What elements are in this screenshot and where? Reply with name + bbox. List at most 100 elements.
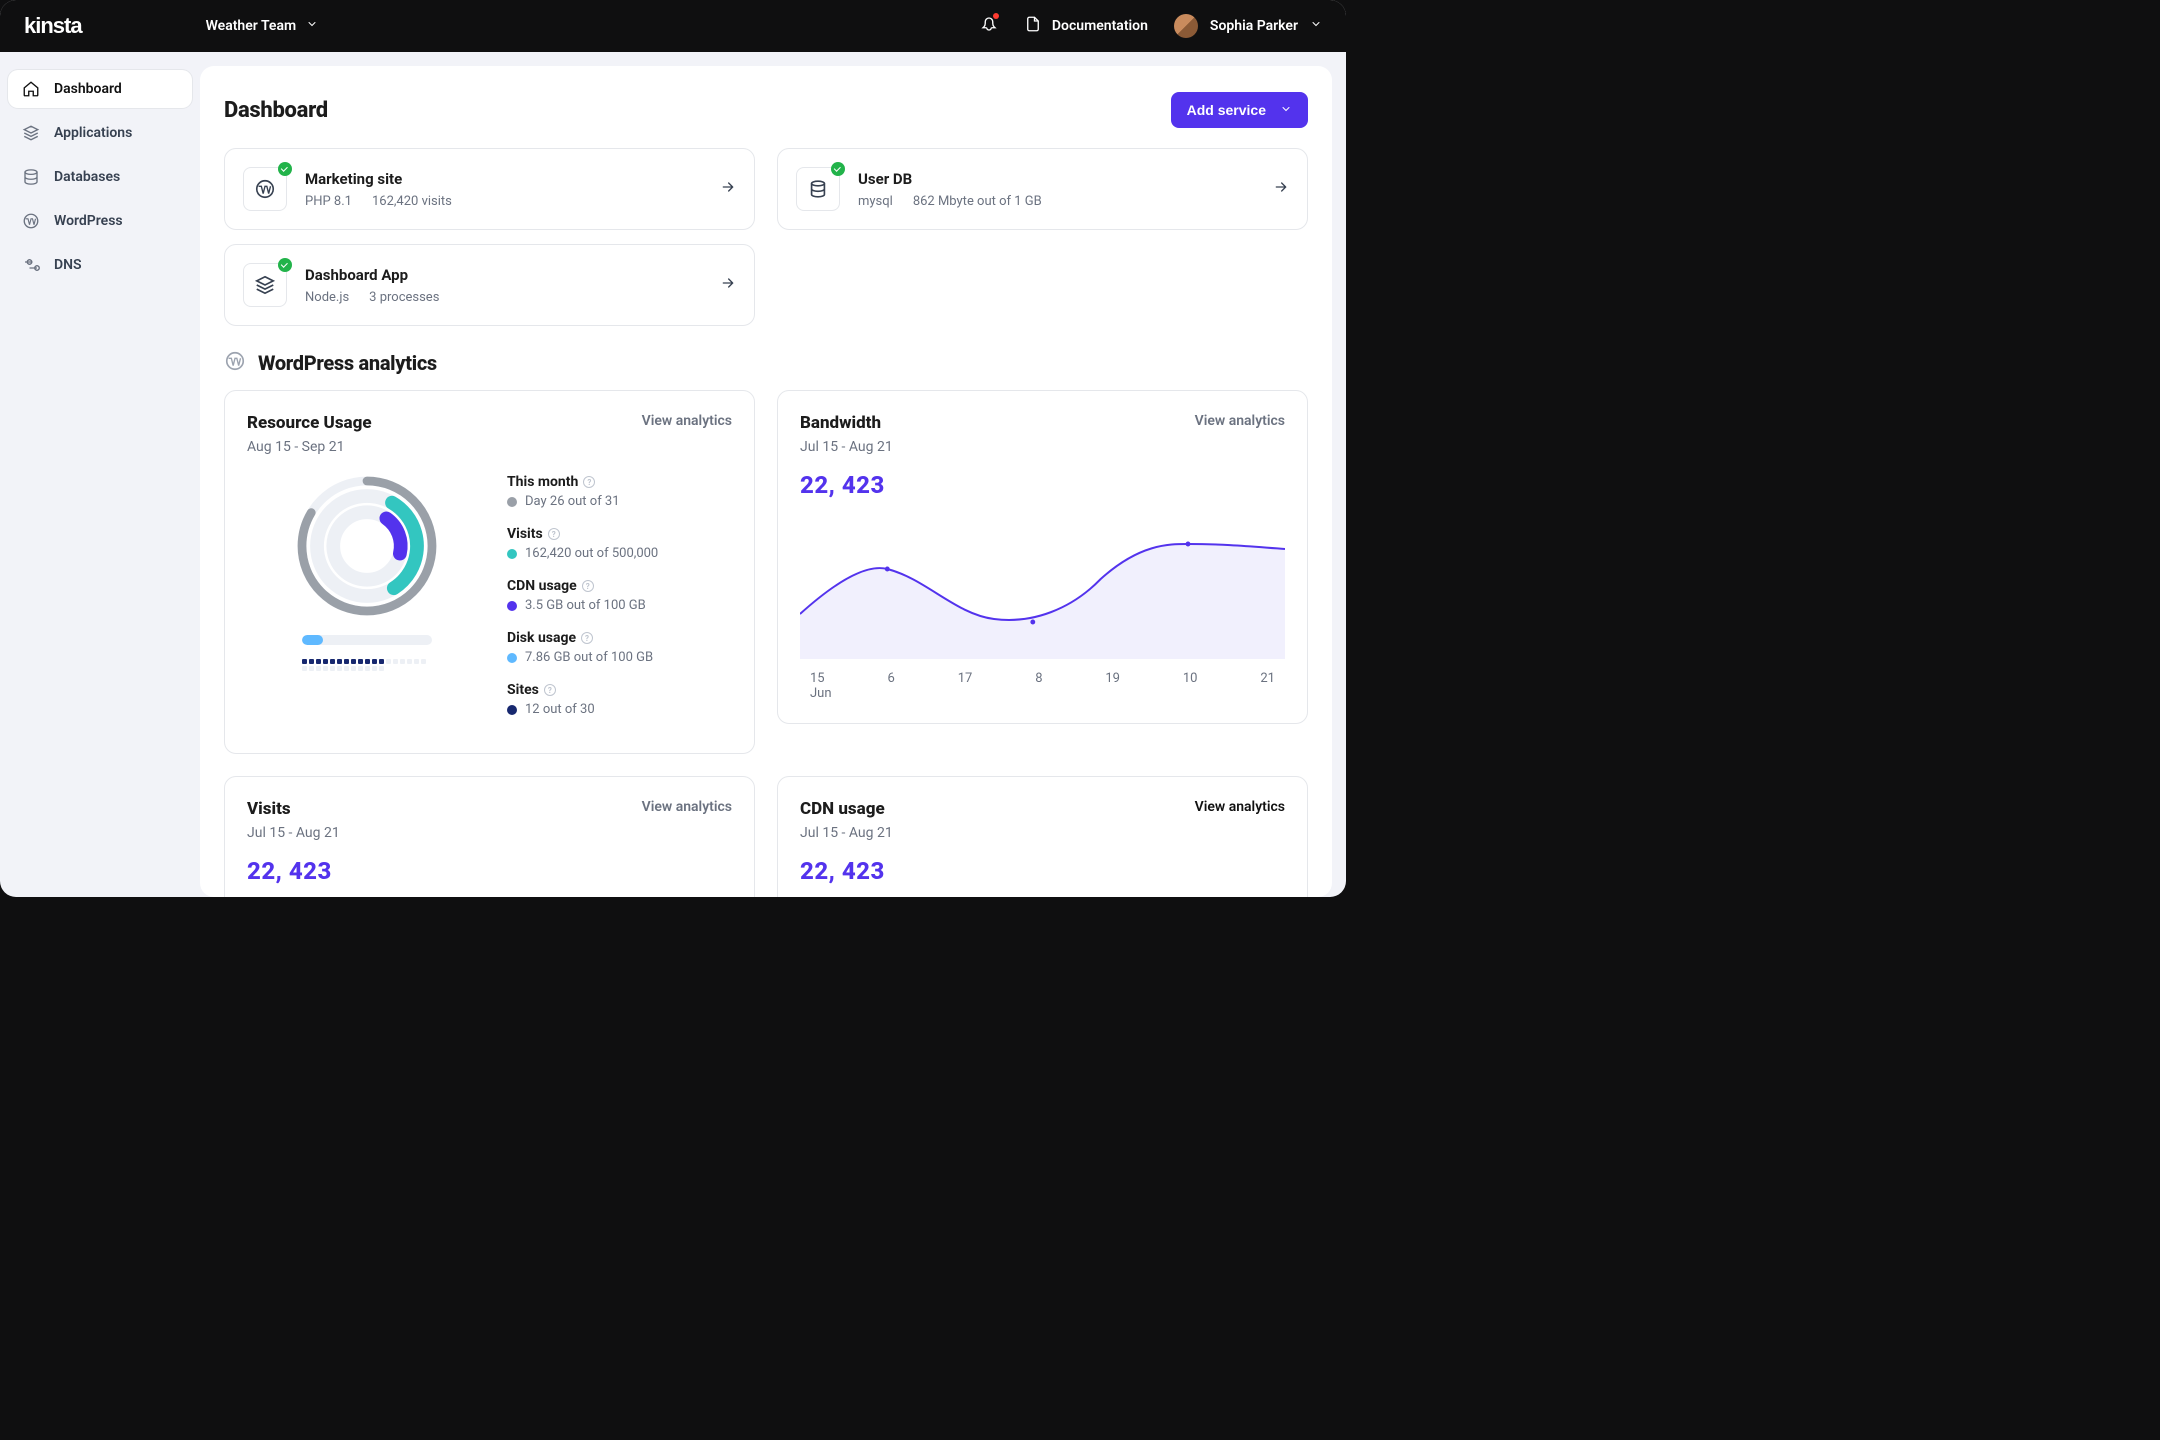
service-meta: Node.js xyxy=(305,290,349,305)
brand-logo: kinsta xyxy=(24,13,82,39)
bullet-icon xyxy=(507,497,517,507)
metric-value: 22, 423 xyxy=(800,471,1285,499)
service-card-marketing[interactable]: Marketing site PHP 8.1 162,420 visits xyxy=(224,148,755,230)
sidebar-item-label: WordPress xyxy=(54,213,123,229)
date-range: Aug 15 - Sep 21 xyxy=(247,439,732,455)
page-title: Dashboard xyxy=(224,98,328,123)
resource-usage-card: Resource Usage View analytics Aug 15 - S… xyxy=(224,390,755,754)
info-icon[interactable]: ? xyxy=(583,476,595,488)
bullet-icon xyxy=(507,705,517,715)
metric-value: 22, 423 xyxy=(800,857,1285,885)
sites-dots xyxy=(302,659,432,671)
home-icon xyxy=(22,80,40,98)
wordpress-icon xyxy=(224,350,246,376)
legend-label: Disk usage ? xyxy=(507,630,593,646)
service-name: Marketing site xyxy=(305,170,702,188)
sidebar-item-applications[interactable]: Applications xyxy=(8,114,192,152)
service-card-dashboard-app[interactable]: Dashboard App Node.js 3 processes xyxy=(224,244,755,326)
view-analytics-link[interactable]: View analytics xyxy=(1195,413,1285,429)
topbar: kinsta Weather Team Documentation Sophia xyxy=(0,0,1346,52)
sidebar-item-dashboard[interactable]: Dashboard xyxy=(8,70,192,108)
sidebar-item-label: Applications xyxy=(54,125,132,141)
card-title: Resource Usage xyxy=(247,413,372,433)
legend-label: CDN usage ? xyxy=(507,578,594,594)
status-ok-icon xyxy=(278,258,292,272)
avatar xyxy=(1174,14,1198,38)
database-icon xyxy=(22,168,40,186)
info-icon[interactable]: ? xyxy=(548,528,560,540)
card-title: Visits xyxy=(247,799,291,819)
chevron-down-icon xyxy=(1280,102,1292,118)
info-icon[interactable]: ? xyxy=(544,684,556,696)
service-card-userdb[interactable]: User DB mysql 862 Mbyte out of 1 GB xyxy=(777,148,1308,230)
legend-value: 162,420 out of 500,000 xyxy=(525,546,658,561)
legend-value: Day 26 out of 31 xyxy=(525,494,620,509)
chevron-down-icon xyxy=(1310,18,1322,34)
chart-x-axis: 156178191021 xyxy=(800,663,1285,686)
legend-label: Visits ? xyxy=(507,526,560,542)
service-name: User DB xyxy=(858,170,1255,188)
resource-donut-chart xyxy=(292,471,442,621)
service-meta: mysql xyxy=(858,194,893,209)
team-name: Weather Team xyxy=(206,18,297,34)
metric-value: 22, 423 xyxy=(247,857,732,885)
documentation-link[interactable]: Documentation xyxy=(1024,15,1148,37)
service-meta: 862 Mbyte out of 1 GB xyxy=(913,194,1042,209)
bullet-icon xyxy=(507,653,517,663)
service-name: Dashboard App xyxy=(305,266,702,284)
sidebar-item-label: DNS xyxy=(54,257,82,273)
documentation-label: Documentation xyxy=(1052,18,1148,34)
legend-value: 12 out of 30 xyxy=(525,702,595,717)
bullet-icon xyxy=(507,549,517,559)
visits-card: Visits View analytics Jul 15 - Aug 21 22… xyxy=(224,776,755,897)
section-title: WordPress analytics xyxy=(258,351,437,375)
wordpress-icon xyxy=(22,212,40,230)
sidebar-item-wordpress[interactable]: WordPress xyxy=(8,202,192,240)
service-meta: PHP 8.1 xyxy=(305,194,352,209)
legend-value: 3.5 GB out of 100 GB xyxy=(525,598,646,613)
view-analytics-link[interactable]: View analytics xyxy=(642,799,732,815)
chevron-down-icon xyxy=(306,18,318,34)
add-service-button[interactable]: Add service xyxy=(1171,92,1308,128)
cdn-usage-card: CDN usage View analytics Jul 15 - Aug 21… xyxy=(777,776,1308,897)
legend-label: This month ? xyxy=(507,474,595,490)
sidebar: Dashboard Applications Databases WordPre… xyxy=(0,52,200,897)
notification-dot xyxy=(993,13,999,19)
chart-x-label: Jun xyxy=(800,686,1285,701)
card-title: CDN usage xyxy=(800,799,885,819)
sidebar-item-label: Dashboard xyxy=(54,81,122,97)
dns-icon xyxy=(22,256,40,274)
status-ok-icon xyxy=(278,162,292,176)
info-icon[interactable]: ? xyxy=(582,580,594,592)
applications-icon xyxy=(22,124,40,142)
service-meta: 3 processes xyxy=(369,290,439,305)
document-icon xyxy=(1024,15,1042,37)
add-service-label: Add service xyxy=(1187,102,1266,118)
disk-usage-bar xyxy=(302,635,432,645)
date-range: Jul 15 - Aug 21 xyxy=(247,825,732,841)
info-icon[interactable]: ? xyxy=(581,632,593,644)
team-switcher[interactable]: Weather Team xyxy=(206,18,319,34)
user-name: Sophia Parker xyxy=(1210,18,1298,34)
status-ok-icon xyxy=(831,162,845,176)
arrow-right-icon xyxy=(720,179,736,199)
date-range: Jul 15 - Aug 21 xyxy=(800,825,1285,841)
arrow-right-icon xyxy=(1273,179,1289,199)
arrow-right-icon xyxy=(720,275,736,295)
legend-value: 7.86 GB out of 100 GB xyxy=(525,650,653,665)
date-range: Jul 15 - Aug 21 xyxy=(800,439,1285,455)
bandwidth-card: Bandwidth View analytics Jul 15 - Aug 21… xyxy=(777,390,1308,724)
sidebar-item-label: Databases xyxy=(54,169,120,185)
bullet-icon xyxy=(507,601,517,611)
sidebar-item-databases[interactable]: Databases xyxy=(8,158,192,196)
main-content: Dashboard Add service xyxy=(200,66,1332,897)
card-title: Bandwidth xyxy=(800,413,881,433)
user-menu[interactable]: Sophia Parker xyxy=(1174,14,1322,38)
sidebar-item-dns[interactable]: DNS xyxy=(8,246,192,284)
service-meta: 162,420 visits xyxy=(372,194,452,209)
bandwidth-line-chart xyxy=(800,519,1285,659)
view-analytics-link[interactable]: View analytics xyxy=(642,413,732,429)
view-analytics-link[interactable]: View analytics xyxy=(1195,799,1285,815)
legend-label: Sites ? xyxy=(507,682,556,698)
notifications-button[interactable] xyxy=(980,15,998,37)
